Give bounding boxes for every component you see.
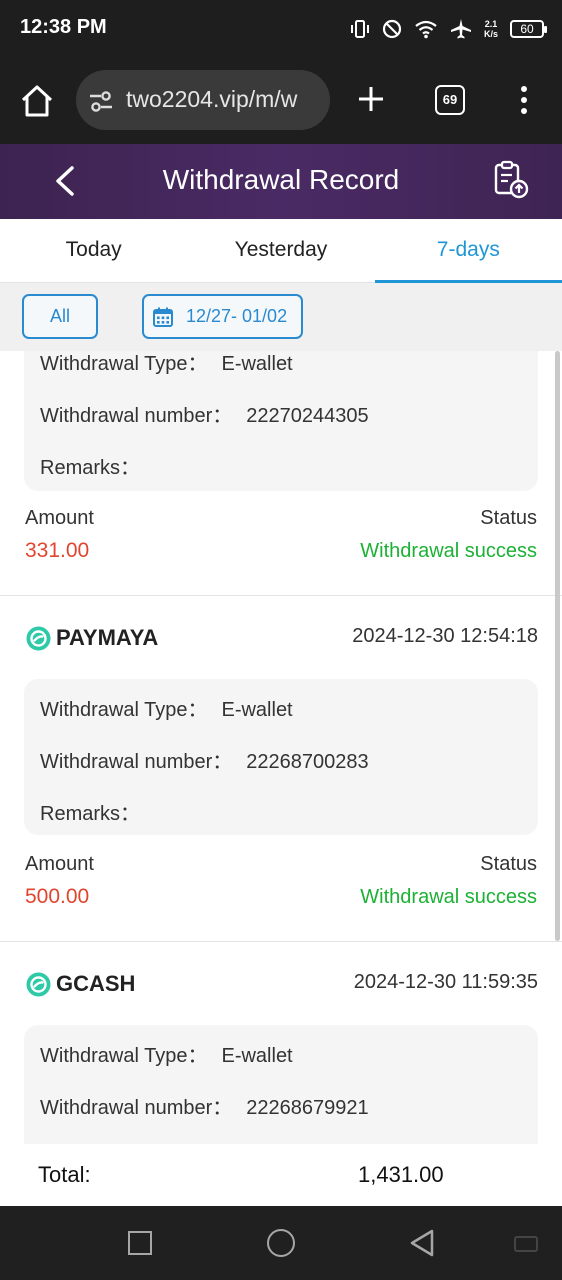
- amount-label: Amount: [25, 507, 94, 529]
- nav-back-icon[interactable]: [408, 1228, 436, 1258]
- withdrawal-number-label: Withdrawal number：: [40, 1097, 233, 1119]
- date-range-button[interactable]: 12/27- 01/02: [142, 294, 303, 339]
- status-icons: 2.1 K/s 60: [350, 14, 547, 44]
- home-icon[interactable]: [18, 82, 56, 120]
- record-details: Withdrawal Type： E-wallet Withdrawal numb…: [24, 351, 538, 491]
- home-circle-icon[interactable]: [267, 1229, 295, 1257]
- remarks-label: Remarks：: [40, 457, 141, 479]
- withdrawal-type-row: Withdrawal Type： E-wallet: [40, 693, 293, 722]
- battery-icon: 60: [510, 20, 547, 38]
- payment-method-name: GCASH: [56, 971, 136, 996]
- date-tabs: Today Yesterday 7-days: [0, 219, 562, 283]
- record-header: GCASH 2024-12-30 11:59:35: [26, 969, 538, 999]
- record-datetime: 2024-12-30 12:54:18: [352, 625, 538, 647]
- calendar-icon: [153, 307, 173, 327]
- total-bar: Total: 1,431.00: [0, 1144, 562, 1206]
- record-divider: [0, 595, 562, 596]
- vibrate-icon: [350, 20, 369, 38]
- system-nav-bar: [0, 1206, 562, 1280]
- withdrawal-number-row: Withdrawal number： 22268679921: [40, 1091, 369, 1120]
- withdrawal-number-value: 22268700283: [246, 751, 369, 773]
- all-filter-button[interactable]: All: [22, 294, 98, 339]
- withdrawal-type-value: E-wallet: [221, 699, 293, 721]
- record-header: PAYMAYA 2024-12-30 12:54:18: [26, 623, 538, 653]
- withdrawal-type-value: E-wallet: [221, 1045, 293, 1067]
- status-bar: 12:38 PM 2.1 K/s 60: [0, 0, 562, 58]
- record-divider: [0, 941, 562, 942]
- withdrawal-number-label: Withdrawal number：: [40, 751, 233, 773]
- remarks-row: Remarks：: [40, 451, 154, 480]
- app-header: Withdrawal Record: [0, 144, 562, 219]
- status-time: 12:38 PM: [20, 16, 107, 38]
- remarks-row: Remarks：: [40, 797, 154, 826]
- record-datetime: 2024-12-30 11:59:35: [353, 971, 538, 993]
- payment-method-icon: [26, 626, 51, 651]
- page-title: Withdrawal Record: [162, 164, 400, 195]
- payment-method-name: PAYMAYA: [56, 625, 159, 650]
- withdrawal-type-row: Withdrawal Type： E-wallet: [40, 351, 293, 376]
- plus-icon[interactable]: [356, 84, 386, 114]
- wifi-icon: [415, 20, 437, 39]
- url-bar[interactable]: two2204.vip/m/w: [76, 70, 330, 130]
- withdrawal-type-label: Withdrawal Type：: [40, 353, 208, 375]
- airplane-icon: [450, 19, 471, 39]
- withdrawal-type-label: Withdrawal Type：: [40, 699, 208, 721]
- tab-yesterday[interactable]: Yesterday: [187, 219, 374, 282]
- record-list[interactable]: Withdrawal Type： E-wallet Withdrawal numb…: [0, 351, 562, 1144]
- amount-value: 500.00: [25, 885, 90, 908]
- payment-method-icon: [26, 972, 51, 997]
- status-label: Status: [480, 853, 537, 875]
- withdrawal-type-label: Withdrawal Type：: [40, 1045, 208, 1067]
- withdrawal-number-value: 22268679921: [246, 1097, 369, 1119]
- browser-toolbar: two2204.vip/m/w 69: [0, 58, 562, 144]
- filter-bar: All 12/27- 01/02: [0, 283, 562, 351]
- do-not-disturb-icon: [382, 19, 402, 39]
- status-value: Withdrawal success: [360, 540, 537, 562]
- date-range-text: 12/27- 01/02: [186, 306, 288, 326]
- withdrawal-number-row: Withdrawal number： 22270244305: [40, 399, 369, 428]
- record-upload-icon[interactable]: [492, 160, 530, 200]
- more-menu-icon[interactable]: [516, 84, 532, 116]
- remarks-label: Remarks：: [40, 803, 141, 825]
- withdrawal-number-row: Withdrawal number： 22268700283: [40, 745, 369, 774]
- status-value: Withdrawal success: [360, 886, 537, 908]
- net-speed: 2.1 K/s: [483, 19, 498, 39]
- total-value: 1,431.00: [358, 1162, 444, 1187]
- site-settings-icon[interactable]: [88, 88, 114, 114]
- recents-icon[interactable]: [128, 1231, 152, 1255]
- scrollbar[interactable]: [555, 351, 560, 941]
- withdrawal-number-value: 22270244305: [246, 405, 369, 427]
- withdrawal-number-label: Withdrawal number：: [40, 405, 233, 427]
- tab-today[interactable]: Today: [0, 219, 187, 282]
- tabs-icon[interactable]: 69: [435, 85, 465, 115]
- total-label: Total:: [38, 1162, 91, 1187]
- withdrawal-type-row: Withdrawal Type： E-wallet: [40, 1039, 293, 1068]
- keyboard-icon[interactable]: [514, 1236, 538, 1252]
- amount-value: 331.00: [25, 539, 90, 562]
- url-text[interactable]: two2204.vip/m/w: [126, 86, 297, 113]
- withdrawal-type-value: E-wallet: [221, 353, 293, 375]
- tab-7-days[interactable]: 7-days: [374, 219, 562, 283]
- amount-label: Amount: [25, 853, 94, 875]
- record-details: Withdrawal Type： E-wallet Withdrawal numb…: [24, 1025, 538, 1144]
- status-label: Status: [480, 507, 537, 529]
- record-details: Withdrawal Type： E-wallet Withdrawal numb…: [24, 679, 538, 835]
